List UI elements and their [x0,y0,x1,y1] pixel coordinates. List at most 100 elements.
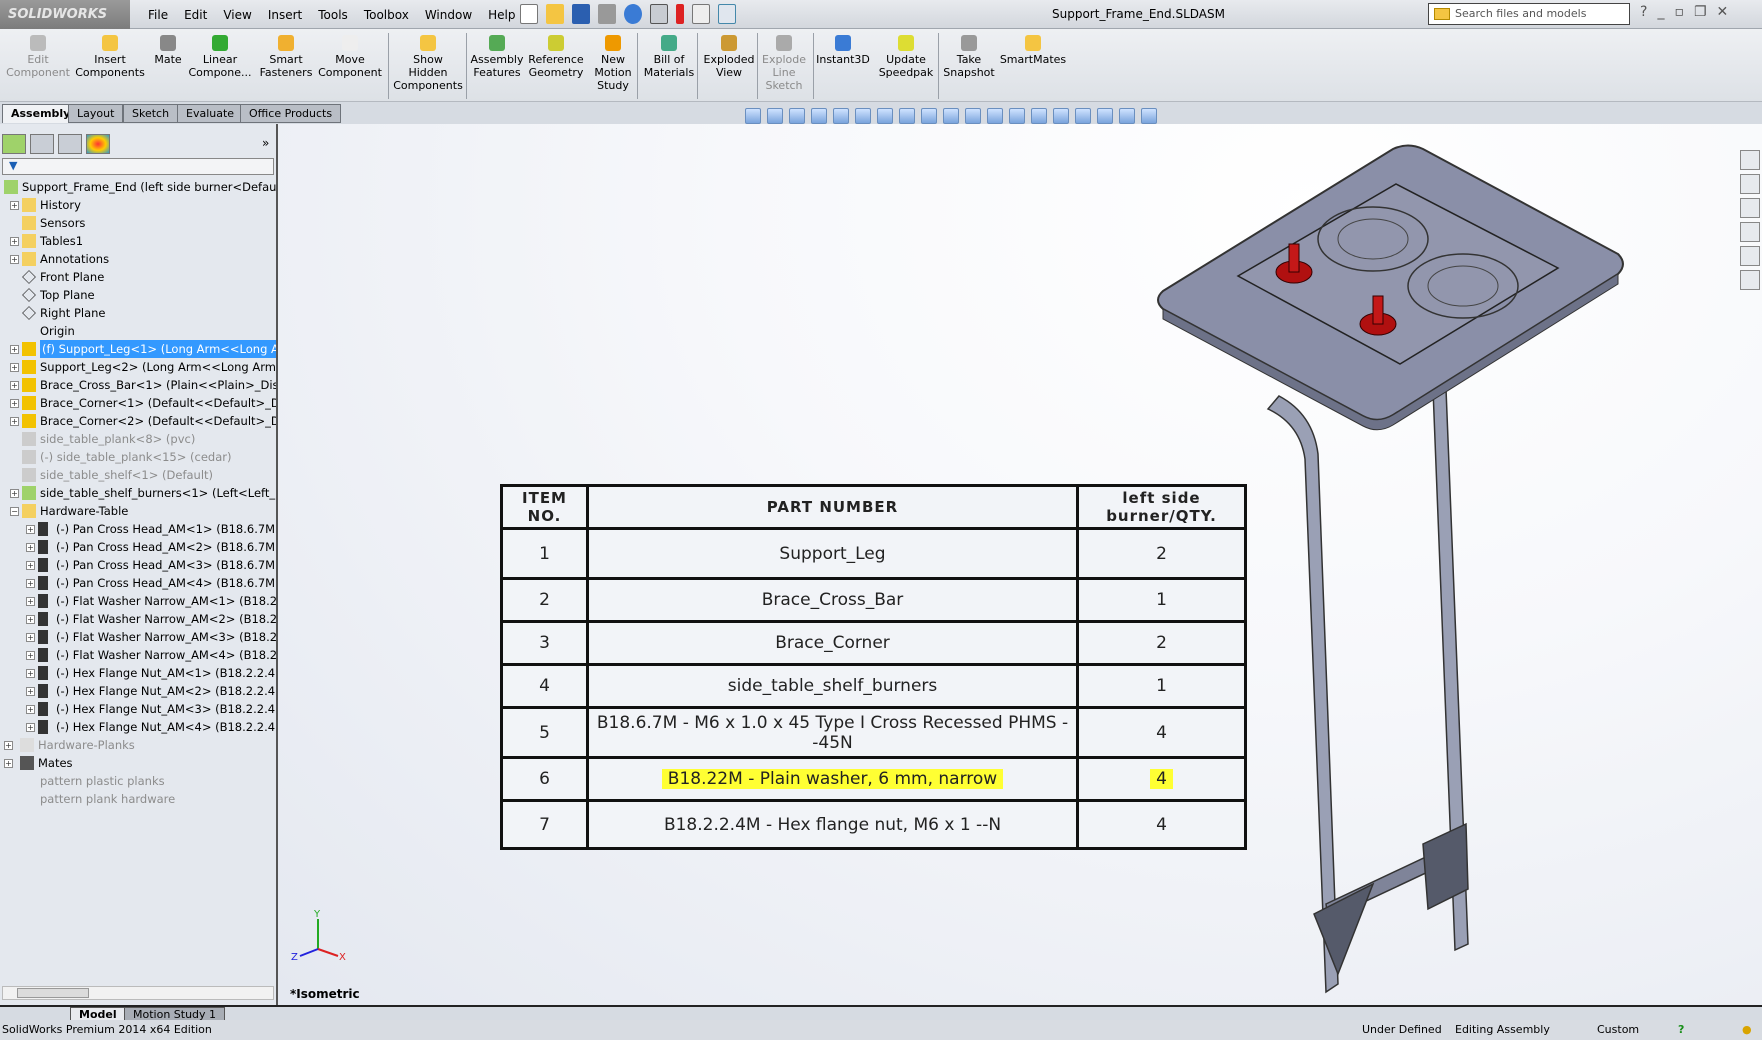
tab-motion-study-1[interactable]: Motion Study 1 [124,1007,226,1021]
tree-item[interactable]: + (-) Hex Flange Nut_AM<4> (B18.2.2.4M - … [0,718,276,736]
menu-view[interactable]: View [215,8,259,22]
ribbon-insert-components-button[interactable]: Insert Components [74,33,146,79]
tab-office-products[interactable]: Office Products [240,104,342,123]
view-settings-icon[interactable] [1141,108,1157,124]
open-icon[interactable] [546,4,564,24]
tree-item[interactable]: side_table_plank<8> (pvc) [0,430,276,448]
menu-insert[interactable]: Insert [260,8,310,22]
help-status-icon[interactable]: ? [1678,1020,1684,1040]
collapse-icon[interactable]: − [10,507,19,516]
solidworks-logo[interactable]: SOLIDWORKS [0,0,130,29]
tree-item[interactable]: + Annotations [0,250,276,268]
tree-item[interactable]: + side_table_shelf_burners<1> (Left<Left_… [0,484,276,502]
tree-item[interactable]: pattern plastic planks [0,772,276,790]
expand-icon[interactable]: + [10,345,19,354]
design-library-icon[interactable] [1740,174,1760,194]
tree-item[interactable]: + Brace_Corner<1> (Default<<Default>_Disp… [0,394,276,412]
ribbon-assembly-features-button[interactable]: Assembly Features [468,33,526,79]
feature-manager-tab-icon[interactable] [2,134,26,154]
menu-file[interactable]: File [140,8,176,22]
top-view-icon[interactable] [943,108,959,124]
right-view-icon[interactable] [921,108,937,124]
menu-window[interactable]: Window [417,8,480,22]
tree-item[interactable]: + Tables1 [0,232,276,250]
bom-row[interactable]: 1 Support_Leg 2 [500,527,1247,580]
ribbon-move-component-button[interactable]: Move Component [315,33,385,79]
tree-item[interactable]: (-) side_table_plank<15> (cedar) [0,448,276,466]
expand-icon[interactable]: + [26,597,35,606]
expand-icon[interactable]: + [26,561,35,570]
ribbon-exploded-view-button[interactable]: Exploded View [701,33,757,79]
expand-icon[interactable]: + [10,255,19,264]
tree-item[interactable]: + Hardware-Planks [0,736,276,754]
close-button[interactable]: ✕ [1717,4,1729,20]
expand-panel-icon[interactable]: » [262,136,269,150]
tree-item[interactable]: + (-) Hex Flange Nut_AM<2> (B18.2.2.4M - … [0,682,276,700]
menu-toolbox[interactable]: Toolbox [356,8,417,22]
tree-item[interactable]: + (-) Pan Cross Head_AM<2> (B18.6.7M - M6… [0,538,276,556]
save-icon[interactable] [572,4,590,24]
options-icon[interactable] [718,4,736,24]
expand-icon[interactable]: + [26,687,35,696]
bom-row[interactable]: 3 Brace_Corner 2 [500,620,1247,666]
trimetric-view-icon[interactable] [987,108,1003,124]
rebuild-icon[interactable] [676,4,684,24]
tree-item[interactable]: + (-) Pan Cross Head_AM<3> (B18.6.7M - M6… [0,556,276,574]
view-palette-icon[interactable] [1740,222,1760,242]
ribbon-bill-of-materials-button[interactable]: Bill of Materials [641,33,697,79]
expand-icon[interactable]: + [26,525,35,534]
expand-icon[interactable]: + [26,579,35,588]
bill-of-materials-table[interactable]: ITEM NO. PART NUMBER left side burner/QTY.… [500,484,1247,850]
undo-icon[interactable] [624,4,642,24]
tree-item[interactable]: side_table_shelf<1> (Default) [0,466,276,484]
expand-icon[interactable]: + [10,237,19,246]
tree-item[interactable]: Origin [0,322,276,340]
normal-to-icon[interactable] [1031,108,1047,124]
search-input[interactable]: Search files and models [1428,3,1630,25]
expand-icon[interactable]: + [10,489,19,498]
tab-evaluate[interactable]: Evaluate [177,104,244,123]
ribbon-update-speedpak-button[interactable]: Update Speedpak [878,33,934,79]
tab-sketch[interactable]: Sketch [123,104,179,123]
horizontal-scrollbar[interactable] [2,986,274,1000]
new-document-icon[interactable] [520,4,538,24]
tree-item[interactable]: Right Plane [0,304,276,322]
tree-item[interactable]: + (-) Pan Cross Head_AM<4> (B18.6.7M - M6… [0,574,276,592]
zoom-to-fit-icon[interactable] [745,108,761,124]
tree-item[interactable]: Sensors [0,214,276,232]
bom-row[interactable]: 6 B18.22M - Plain washer, 6 mm, narrow 4 [500,756,1247,802]
bom-row[interactable]: 4 side_table_shelf_burners 1 [500,663,1247,709]
edit-appearance-icon[interactable] [1097,108,1113,124]
help-icon[interactable]: ? [1640,4,1647,20]
tree-item[interactable]: + History [0,196,276,214]
expand-icon[interactable]: + [10,381,19,390]
ribbon-smart-fasteners-button[interactable]: Smart Fasteners [258,33,314,79]
expand-icon[interactable]: + [10,417,19,426]
ribbon-smartmates-button[interactable]: SmartMates [998,33,1068,66]
tree-item[interactable]: + Brace_Corner<2> (Default<<Default>_Disp… [0,412,276,430]
dimetric-view-icon[interactable] [1009,108,1025,124]
tree-item[interactable]: Top Plane [0,286,276,304]
ribbon-edit-component-button[interactable]: Edit Component [3,33,73,79]
expand-icon[interactable]: + [4,759,13,768]
tab-layout[interactable]: Layout [68,104,124,123]
tree-item[interactable]: + (-) Pan Cross Head_AM<1> (B18.6.7M - M6… [0,520,276,538]
ribbon-mate-button[interactable]: Mate [152,33,184,66]
expand-icon[interactable]: + [26,651,35,660]
expand-icon[interactable]: + [10,399,19,408]
tree-item[interactable]: Support_Frame_End (left side burner<Defa… [0,178,276,196]
bom-row[interactable]: 2 Brace_Cross_Bar 1 [500,577,1247,623]
expand-icon[interactable]: + [26,723,35,732]
tree-item[interactable]: + (-) Hex Flange Nut_AM<3> (B18.2.2.4M - … [0,700,276,718]
tree-item[interactable]: + Support_Leg<2> (Long Arm<<Long Arm>_Dis… [0,358,276,376]
back-view-icon[interactable] [877,108,893,124]
file-properties-icon[interactable] [692,4,710,24]
expand-icon[interactable]: + [26,669,35,678]
ribbon-explode-line-sketch-button[interactable]: Explode Line Sketch [760,33,808,92]
ribbon-show-hidden-components-button[interactable]: Show Hidden Components [392,33,464,92]
appearances-icon[interactable] [1740,246,1760,266]
scrollbar-thumb[interactable] [17,988,89,998]
ribbon-take-snapshot-button[interactable]: Take Snapshot [941,33,997,79]
tree-item[interactable]: + (-) Flat Washer Narrow_AM<4> (B18.22M -… [0,646,276,664]
file-explorer-icon[interactable] [1740,198,1760,218]
